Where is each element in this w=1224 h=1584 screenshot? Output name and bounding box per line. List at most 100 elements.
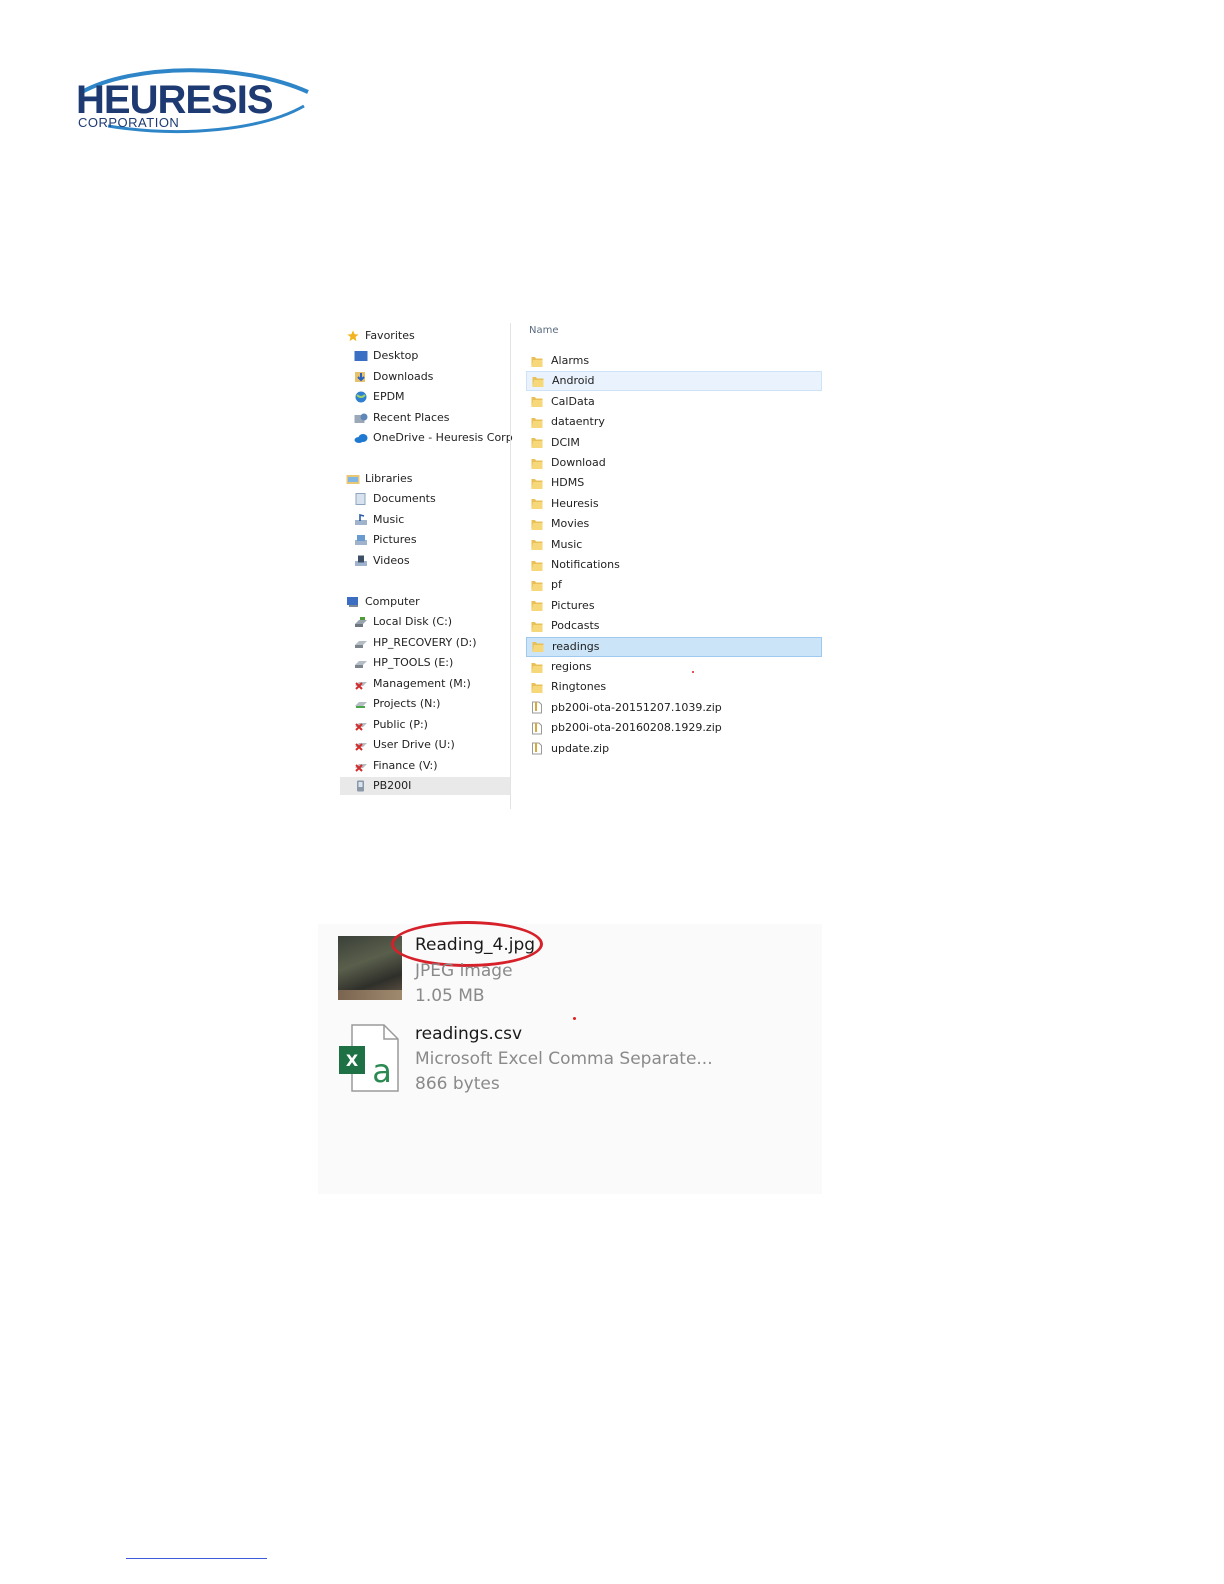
nav-item-downloads[interactable]: Downloads [354, 368, 433, 386]
card-file-size: 866 bytes [415, 1074, 500, 1094]
file-row[interactable]: Pictures [526, 596, 822, 616]
file-row[interactable]: Notifications [526, 555, 822, 575]
folder-icon [531, 621, 543, 632]
folder-icon [532, 376, 544, 387]
nav-item-pictures[interactable]: Pictures [354, 531, 417, 549]
pane-divider[interactable] [510, 323, 511, 809]
file-name: Ringtones [551, 680, 607, 694]
file-row[interactable]: pb200i-ota-20151207.1039.zip [526, 698, 822, 718]
network-drive-icon [355, 702, 367, 708]
nav-item-hp-recovery[interactable]: HP_RECOVERY (D:) [354, 634, 477, 652]
nav-item-finance[interactable]: Finance (V:) [354, 757, 438, 775]
folder-icon [531, 438, 543, 449]
nav-item-onedrive[interactable]: OneDrive - Heuresis Corp [354, 429, 513, 447]
videos-icon [355, 555, 367, 566]
star-icon [347, 330, 359, 342]
footer-link-underline[interactable] [126, 1558, 267, 1559]
folder-icon [531, 682, 543, 693]
nav-item-recent-places[interactable]: Recent Places [354, 409, 450, 427]
folder-icon [531, 356, 543, 367]
nav-item-label: Pictures [373, 533, 417, 546]
nav-item-local-disk[interactable]: Local Disk (C:) [354, 613, 452, 631]
card-file-type: Microsoft Excel Comma Separate... [415, 1049, 713, 1069]
file-name: Download [551, 456, 606, 469]
nav-item-videos[interactable]: Videos [354, 552, 410, 570]
computer-icon [347, 597, 358, 607]
file-row[interactable]: pb200i-ota-20160208.1929.zip [526, 718, 822, 738]
file-row[interactable]: Android [526, 371, 822, 392]
nav-item-music[interactable]: Music [354, 511, 404, 529]
file-row[interactable]: update.zip [526, 739, 822, 759]
card-file-name[interactable]: readings.csv [415, 1024, 522, 1044]
file-name: pb200i-ota-20160208.1929.zip [551, 721, 722, 735]
nav-item-desktop[interactable]: Desktop [354, 347, 418, 365]
nav-item-public[interactable]: Public (P:) [354, 716, 428, 734]
red-dot-mark [573, 1017, 576, 1020]
file-name: Notifications [551, 558, 620, 571]
file-name: dataentry [551, 415, 605, 429]
card-file-size: 1.05 MB [415, 986, 485, 1006]
folder-icon [531, 417, 543, 428]
file-row[interactable]: Podcasts [526, 616, 822, 636]
music-icon [355, 514, 367, 525]
nav-item-label: Finance (V:) [373, 759, 438, 772]
documents-icon [355, 493, 366, 505]
file-row[interactable]: pf [526, 575, 822, 595]
pictures-icon [355, 535, 367, 545]
folder-icon [531, 519, 543, 530]
disconnected-drive-icon [355, 723, 367, 731]
file-row[interactable]: HDMS [526, 473, 822, 493]
nav-item-hp-tools[interactable]: HP_TOOLS (E:) [354, 654, 453, 672]
nav-item-management[interactable]: Management (M:) [354, 675, 471, 693]
card-file-type: JPEG image [415, 961, 513, 981]
file-name: update.zip [551, 741, 610, 755]
column-header-name[interactable]: Name [529, 325, 559, 336]
nav-favorites[interactable]: Favorites [346, 327, 415, 345]
excel-icon[interactable]: X a [338, 1024, 400, 1092]
file-name: DCIM [551, 435, 580, 449]
nav-item-epdm[interactable]: EPDM [354, 388, 405, 406]
svg-text:X: X [346, 1051, 359, 1070]
device-icon [357, 780, 364, 792]
nav-item-label: Local Disk (C:) [373, 615, 453, 628]
drive-icon [355, 661, 367, 668]
nav-item-label: HP_RECOVERY (D:) [373, 636, 477, 649]
folder-icon [531, 662, 543, 673]
disconnected-drive-icon [355, 743, 367, 751]
file-row[interactable]: Ringtones [526, 677, 822, 697]
nav-item-documents[interactable]: Documents [354, 490, 436, 508]
drive-icon [355, 641, 367, 648]
file-name: pb200i-ota-20151207.1039.zip [551, 700, 722, 714]
drive-icon [355, 617, 367, 627]
nav-favorites-label: Favorites [365, 329, 415, 342]
file-name: Android [552, 374, 595, 388]
nav-computer[interactable]: Computer [346, 593, 420, 611]
nav-libraries[interactable]: Libraries [346, 470, 413, 488]
file-row[interactable]: CalData [526, 392, 822, 412]
nav-item-label: Projects (N:) [373, 697, 441, 710]
file-row[interactable]: Download [526, 453, 822, 473]
libraries-icon [346, 475, 360, 484]
nav-item-label: Management (M:) [373, 677, 471, 690]
file-row[interactable]: Alarms [526, 351, 822, 371]
file-row[interactable]: regions [526, 657, 822, 677]
file-name: regions [551, 660, 592, 673]
nav-item-label: OneDrive - Heuresis Corp [373, 431, 513, 444]
file-row[interactable]: Music [526, 535, 822, 555]
nav-item-user-drive[interactable]: User Drive (U:) [354, 736, 455, 754]
file-row[interactable]: readings [526, 636, 822, 657]
card-file-name[interactable]: Reading_4.jpg [415, 935, 535, 955]
nav-item-pb200i[interactable]: PB200I [340, 777, 510, 795]
zip-icon [532, 722, 542, 735]
svg-text:a: a [372, 1052, 392, 1090]
recent-places-icon [354, 413, 368, 423]
file-row[interactable]: dataentry [526, 412, 822, 432]
file-row[interactable]: DCIM [526, 433, 822, 453]
file-row[interactable]: Heuresis [526, 494, 822, 514]
file-row[interactable]: Movies [526, 514, 822, 534]
nav-item-label: EPDM [373, 390, 405, 403]
nav-item-projects[interactable]: Projects (N:) [354, 695, 440, 713]
disconnected-drive-icon [355, 682, 367, 690]
heuresis-logo: HEURESIS CORPORATION [72, 66, 312, 136]
folder-icon [531, 397, 543, 408]
